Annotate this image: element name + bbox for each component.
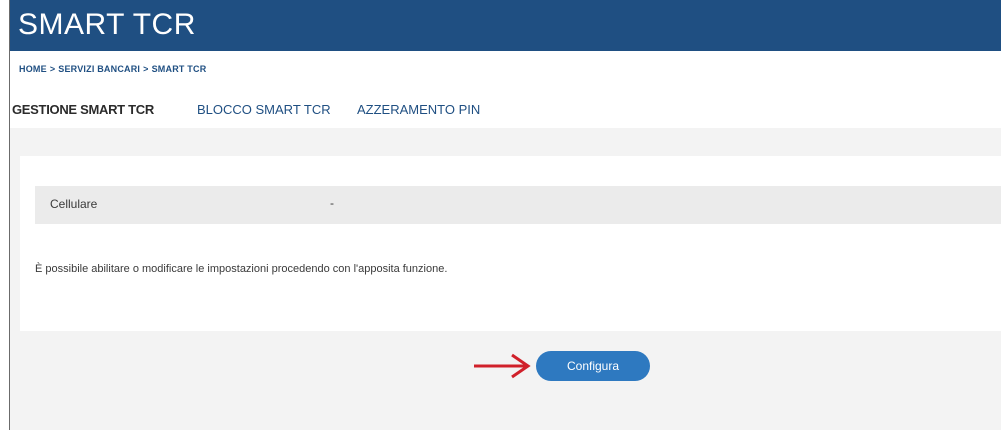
breadcrumb-separator: >: [49, 64, 56, 74]
tab-bar: GESTIONE SMART TCR BLOCCO SMART TCR AZZE…: [10, 90, 1001, 128]
app-title: SMART TCR: [18, 8, 196, 41]
phone-value: -: [330, 196, 334, 210]
breadcrumb-separator: >: [143, 64, 149, 74]
settings-panel: Cellulare - È possibile abilitare o modi…: [20, 156, 1001, 331]
page-frame: SMART TCR HOME > SERVIZI BANCARI > SMART TCR…: [9, 0, 1001, 430]
content-area: Cellulare - È possibile abilitare o modi…: [10, 128, 1001, 430]
app-header: SMART TCR: [10, 0, 1001, 51]
info-description: È possibile abilitare o modificare le im…: [35, 263, 448, 275]
phone-row: Cellulare -: [35, 186, 1001, 224]
action-area: Configura: [10, 348, 1001, 384]
breadcrumb-smart-tcr: SMART TCR: [151, 64, 207, 74]
configure-button[interactable]: Configura: [536, 351, 650, 381]
breadcrumb-home[interactable]: HOME: [19, 64, 47, 74]
tab-blocco-smart-tcr[interactable]: BLOCCO SMART TCR: [197, 90, 331, 128]
phone-label: Cellulare: [50, 197, 98, 211]
tab-gestione-smart-tcr[interactable]: GESTIONE SMART TCR: [10, 90, 183, 128]
red-arrow-icon: [474, 353, 531, 379]
breadcrumb-servizi-bancari[interactable]: SERVIZI BANCARI: [58, 64, 140, 74]
tab-azzeramento-pin[interactable]: AZZERAMENTO PIN: [357, 90, 480, 128]
breadcrumb: HOME > SERVIZI BANCARI > SMART TCR: [19, 64, 206, 74]
